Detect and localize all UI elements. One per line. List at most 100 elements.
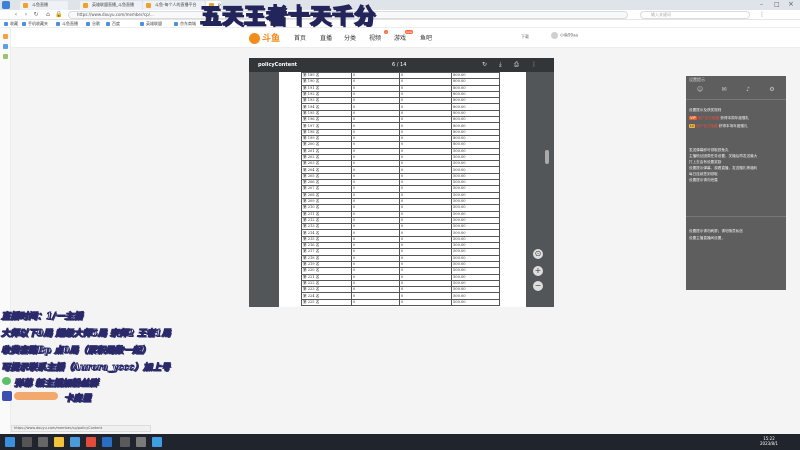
table-row: 第 225 名 0 0 500.00 (301, 298, 500, 307)
close-icon[interactable]: × (788, 0, 794, 8)
user-name: 用户名已隐藏 (696, 124, 718, 128)
gift-icon[interactable]: ✉ (712, 86, 736, 93)
pdf-viewer: policyContent 6 / 14 ↻ ⤓ ⎙ ⋮ 第 189 名 0 0 80… (249, 58, 554, 307)
pdf-scrollbar[interactable] (545, 150, 549, 164)
panel-line: 每日连续签到领取 (689, 172, 718, 177)
fan-badge-icon (2, 377, 11, 385)
overlay-text-line: 大师以下9局 超级大师5局 宗师2 王者1局 (1, 329, 171, 340)
app-taskbar-icon[interactable] (120, 437, 130, 447)
ranking-table: 第 189 名 0 0 800.00 第 190 名 0 0 800.00 第 191 名008… (301, 72, 500, 307)
fit-page-button[interactable]: ⊙ (533, 249, 543, 259)
rotate-icon[interactable]: ↻ (482, 61, 487, 68)
status-bar-url: https://www.douyu.com/member/cp/policyCo… (11, 425, 151, 432)
zoom-in-button[interactable]: + (533, 266, 543, 276)
bookmark-item[interactable]: 百度 (106, 21, 120, 27)
search-icon[interactable] (22, 437, 32, 447)
task-view-icon[interactable] (38, 437, 48, 447)
file-explorer-icon[interactable] (54, 437, 64, 447)
tab-label: 斗鱼-每个人的直播平台 (155, 2, 197, 7)
table-cell: 500.00 (451, 298, 500, 307)
panel-line-text: 获得本场年度赠礼 (718, 124, 748, 128)
secure-lock-icon: 🔒 (55, 11, 63, 18)
nav-item-live[interactable]: 直播 (320, 33, 332, 42)
taskbar-clock[interactable]: 15:22 2023/8/1 (760, 436, 778, 446)
app-taskbar-icon[interactable] (86, 437, 96, 447)
tab-favicon-icon (83, 3, 88, 8)
bookmark-item[interactable]: 谷歌 (86, 21, 100, 27)
overlay-text-line: 收费套路Bp 点0局（累积局数一起） (1, 346, 151, 357)
bookmark-item[interactable]: 京东商城 (174, 21, 196, 27)
downloads-icon[interactable] (3, 54, 8, 59)
panel-title: 设置提示 (689, 77, 705, 82)
nav-label: 鱼吧 (420, 35, 433, 42)
level-badge: LV (689, 124, 696, 128)
app-taskbar-icon[interactable] (136, 437, 146, 447)
tab-favicon-icon (23, 3, 28, 8)
user-menu[interactable]: 小鱼99aa (551, 32, 578, 39)
favorites-icon[interactable] (3, 34, 8, 39)
panel-line: 设置提示弹幕、观看直播，发送赠礼等福利 (689, 166, 757, 171)
panel-line-text: 设置提示弹幕、观看直播，发送赠礼等福利 (689, 166, 758, 170)
browser-logo-icon (2, 1, 10, 9)
download-icon[interactable]: ⤓ (499, 61, 502, 69)
bell-icon[interactable]: ♪ (736, 86, 760, 93)
bookmark-item[interactable]: 收藏 (4, 21, 18, 27)
browser-tab[interactable]: 斗鱼-每个人的直播平台 (143, 1, 205, 10)
home-icon[interactable]: ⌂ (44, 11, 52, 19)
table-cell: 第 225 名 (301, 298, 352, 307)
tab-label: 英雄联盟直播_斗鱼直播 (92, 2, 134, 7)
nav-label: 直播 (320, 35, 333, 42)
windows-taskbar: 15:22 2023/8/1 (0, 434, 800, 450)
nav-item-video[interactable]: 视频 • (369, 30, 389, 42)
download-link[interactable]: 下载 (521, 34, 529, 40)
panel-line-text: 设置提示请勿刷屏；请勿随意私信 (689, 229, 743, 233)
minimize-icon[interactable]: – (760, 1, 763, 8)
panel-line-text: 设置主播直播间设置， (689, 236, 725, 240)
bookmark-item[interactable]: 英雄联盟 (140, 21, 162, 27)
app-taskbar-icon[interactable] (102, 437, 112, 447)
history-icon[interactable] (3, 44, 8, 49)
bookmark-item[interactable]: 手机收藏夹 (22, 21, 48, 27)
site-header: 斗鱼 首页 直播 分类 视频 • 游戏 new 鱼吧 下载 小鱼99aa (11, 28, 800, 48)
nav-item-home[interactable]: 首页 (294, 33, 306, 42)
nav-item-fishbar[interactable]: 鱼吧 (420, 33, 432, 42)
tab-bar: 斗鱼直播 英雄联盟直播_斗鱼直播 斗鱼-每个人的直播平台 policyConte… (0, 0, 800, 10)
browser-tab[interactable]: 斗鱼直播 (20, 1, 68, 10)
browser-taskbar-icon[interactable] (70, 437, 80, 447)
refresh-icon[interactable]: ↻ (32, 11, 40, 19)
nav-item-category[interactable]: 分类 (344, 33, 356, 42)
more-options-icon[interactable]: ⋮ (531, 61, 537, 68)
app-taskbar-icon[interactable] (152, 437, 162, 447)
print-icon[interactable]: ⎙ (514, 61, 519, 69)
bookmarks-bar: 收藏 手机收藏夹 斗鱼直播 谷歌 百度 英雄联盟 京东商城 (0, 20, 800, 28)
pdf-page-indicator[interactable]: 6 / 14 (392, 62, 406, 68)
overlay-text-line: 可提示联系主播（Aurora_yccc）加上号 (1, 363, 171, 374)
table-cell: 0 (351, 298, 400, 307)
search-input[interactable]: 输入关键词 (640, 11, 750, 19)
windows-start-icon[interactable] (5, 437, 15, 447)
person-icon[interactable]: ☺ (688, 86, 712, 93)
divider (686, 216, 786, 217)
panel-line-text: 发送弹幕即可领取铁鱼丸 (689, 148, 729, 152)
nav-label: 首页 (294, 35, 307, 42)
site-logo[interactable]: 斗鱼 (249, 31, 280, 44)
overlay-text-line: 直播时间：1/一主播 (1, 312, 83, 323)
panel-line-text: 设置提示请勿泄露 (689, 178, 718, 182)
sword-icon (2, 391, 12, 401)
browser-tab[interactable]: 英雄联盟直播_斗鱼直播 (80, 1, 142, 10)
nav-label: 视频 (369, 35, 382, 42)
nav-dot-badge: • (384, 30, 389, 34)
panel-line-text: 每日连续签到领取 (689, 172, 718, 176)
zoom-out-button[interactable]: − (533, 281, 543, 291)
panel-line: LV 用户名已隐藏 获得本场年度赠礼 (689, 124, 748, 129)
extensions-icon[interactable]: ⋮ (758, 11, 766, 19)
bookmark-item[interactable]: 斗鱼直播 (56, 21, 78, 27)
navigation-bar: ‹ › ↻ ⌂ 🔒 https://www.douyu.com/member/c… (0, 10, 800, 20)
back-icon[interactable]: ‹ (12, 11, 20, 19)
gear-icon[interactable]: ⚙ (760, 86, 784, 93)
maximize-icon[interactable]: □ (774, 1, 780, 8)
forward-icon[interactable]: › (22, 11, 30, 19)
nav-item-games[interactable]: 游戏 new (394, 30, 414, 42)
pdf-toolbar: policyContent 6 / 14 ↻ ⤓ ⎙ ⋮ (249, 58, 554, 72)
divider (686, 99, 786, 100)
